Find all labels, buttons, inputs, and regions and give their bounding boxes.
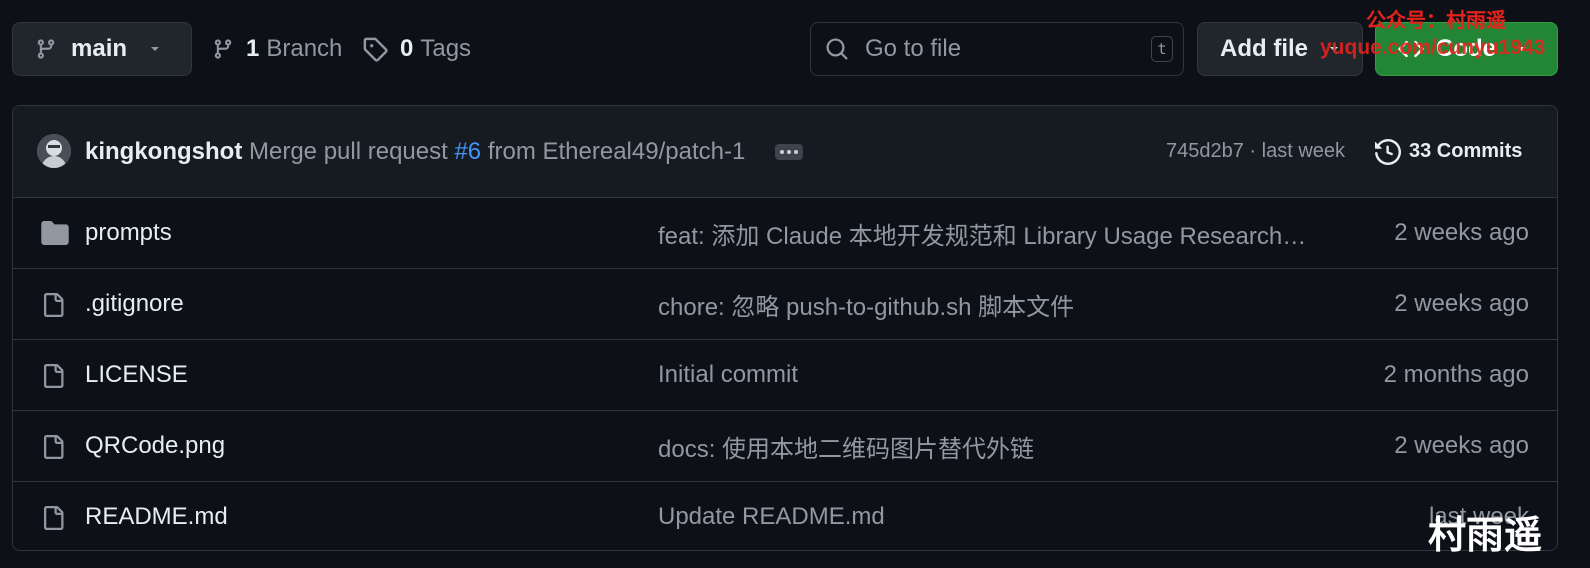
file-row-qrcode[interactable]: QRCode.png docs: 使用本地二维码图片替代外链 2 weeks a… [13,411,1557,482]
file-name-link[interactable]: LICENSE [85,361,188,389]
pull-request-link[interactable]: #6 [454,138,481,165]
avatar[interactable] [37,134,71,168]
tag-label: Tags [420,35,472,62]
ellipsis-dot [780,150,784,154]
file-icon [44,435,64,459]
caret-down-icon [151,47,160,51]
go-to-file-search[interactable]: t [810,22,1184,76]
branches-link[interactable]: 1 Branch [212,22,342,76]
file-name-link[interactable]: .gitignore [85,290,184,318]
file-commit-message[interactable]: Update README.md [658,503,1318,531]
file-icon [44,364,64,388]
commit-author-link[interactable]: kingkongshot [85,138,242,166]
tags-link[interactable]: 0 Tags [362,22,471,76]
file-icon [44,506,64,530]
file-icon [44,293,64,317]
branch-name: main [71,35,128,62]
commit-message-prefix: Merge pull request [249,137,455,165]
history-icon [1375,138,1401,165]
git-branch-icon [37,39,55,59]
file-name-link[interactable]: README.md [85,503,228,531]
ellipsis-dot [787,150,791,154]
file-commit-date: 2 weeks ago [1394,219,1529,246]
watermark-corner: 村雨遥 [1428,515,1543,557]
search-icon [826,38,848,60]
file-commit-date: 2 weeks ago [1394,290,1529,317]
branch-count: 1 [246,35,260,62]
git-branch-icon [214,39,232,59]
expand-commit-message-button[interactable] [775,144,803,160]
tag-icon [363,37,388,62]
latest-commit-bar: kingkongshot Merge pull request #6 from … [13,106,1557,198]
ellipsis-dot [794,150,798,154]
branch-select-button[interactable]: main [12,22,192,76]
file-name-link[interactable]: prompts [85,219,172,247]
file-row-readme[interactable]: README.md Update README.md last week [13,482,1557,550]
file-commit-date: 2 months ago [1383,361,1529,388]
commit-sha-and-time[interactable]: 745d2b7 · last week [1166,140,1345,163]
folder-icon [41,221,69,245]
file-name-link[interactable]: QRCode.png [85,432,225,460]
search-shortcut-key: t [1151,36,1173,62]
file-row-prompts[interactable]: prompts feat: 添加 Claude 本地开发规范和 Library … [13,198,1557,269]
add-file-label: Add file [1220,35,1308,62]
branch-label: Branch [266,35,343,62]
file-commit-date: 2 weeks ago [1394,432,1529,459]
watermark-top: 公众号：村雨遥 [1366,10,1506,32]
file-commit-message[interactable]: docs: 使用本地二维码图片替代外链 [658,429,1318,464]
commit-message-suffix: from Ethereal49/patch-1 [481,137,746,165]
file-commit-message[interactable]: feat: 添加 Claude 本地开发规范和 Library Usage Re… [658,216,1318,251]
file-row-license[interactable]: LICENSE Initial commit 2 months ago [13,340,1557,411]
file-commit-message[interactable]: Initial commit [658,361,1318,389]
file-browser-panel: kingkongshot Merge pull request #6 from … [12,105,1558,551]
go-to-file-input[interactable] [863,34,1137,64]
commit-message[interactable]: Merge pull request #6 from Ethereal49/pa… [249,138,745,166]
file-row-gitignore[interactable]: .gitignore chore: 忽略 push-to-github.sh 脚… [13,269,1557,340]
commits-history-link[interactable]: 33 Commits [1375,138,1523,165]
commits-count: 33 Commits [1409,140,1523,162]
watermark-url: yuque.com/cunyu1943 [1320,36,1546,59]
file-commit-message[interactable]: chore: 忽略 push-to-github.sh 脚本文件 [658,287,1318,322]
tag-count: 0 [400,35,414,62]
